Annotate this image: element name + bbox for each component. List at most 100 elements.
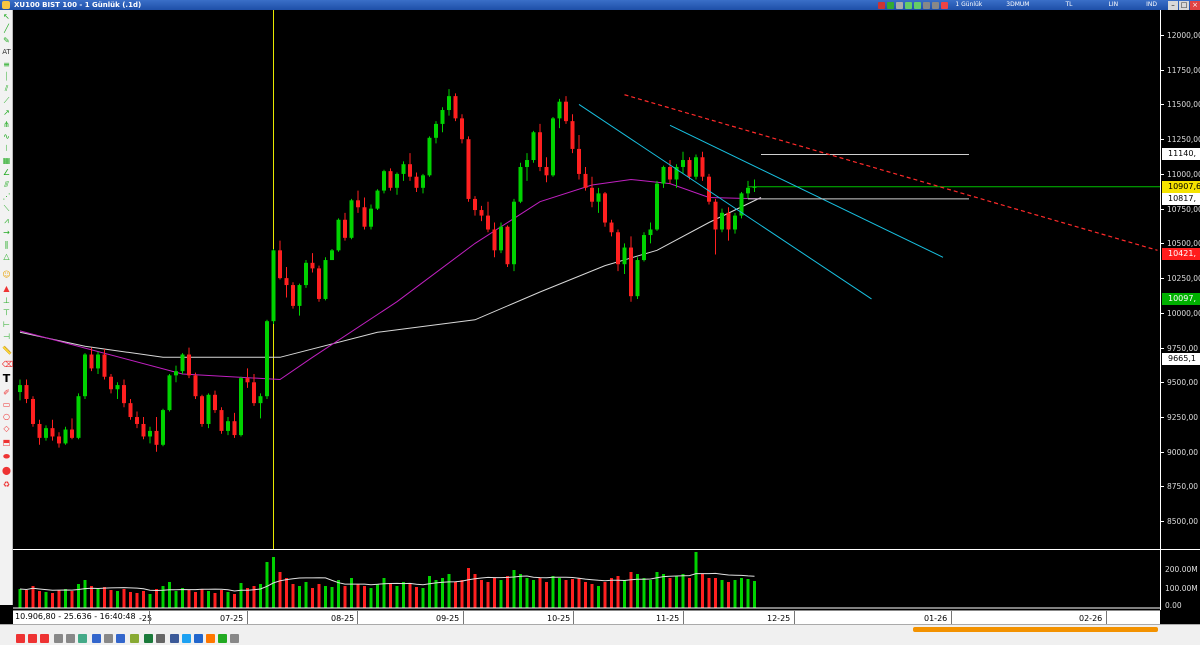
ellipse-tool-icon[interactable]: ○ [2,412,11,421]
search-icon[interactable] [66,634,75,643]
angle-tool-icon[interactable]: ∠ [2,168,11,177]
volume-panel[interactable] [13,549,1160,610]
candle-body [369,208,373,227]
period-selector[interactable]: 1 Günlük [949,0,988,10]
bottom-icon-8[interactable] [130,634,139,643]
bottom-icon-12[interactable] [218,634,227,643]
twitter-icon[interactable] [182,634,191,643]
regression-tool-icon[interactable]: ⫻ [2,180,11,189]
candle-body [518,166,523,202]
price-axis[interactable]: 12000,00 11750,00 11500,00 11250,00 11000,00… [1160,10,1200,549]
toolbox-icon-8[interactable] [941,1,949,9]
volume-bar [174,591,178,608]
hline-tool-icon[interactable]: ⊢ [2,320,11,329]
smiley-tool-icon[interactable]: ☺ [2,270,11,279]
volume-bar [421,588,425,608]
channel-tool-icon[interactable]: ⫽ [2,84,11,93]
gann-tool-icon[interactable]: ⟋ [2,96,11,105]
volume-bar [720,580,724,608]
candle-body [109,376,113,390]
volume-tick: 100.00M [1165,584,1198,593]
level-tool-icon[interactable]: ⊤ [2,308,11,317]
currency-selector[interactable]: TL [1047,0,1090,10]
facebook-icon[interactable] [170,634,179,643]
text-tool-icon[interactable]: T [2,373,11,384]
toolbox-icon-7[interactable] [932,1,940,9]
indicator-selector[interactable]: IND [1136,0,1167,10]
toolbox-icon-2[interactable] [887,1,895,9]
maximize-button[interactable]: □ [1179,0,1189,10]
toolbox-icon-4[interactable] [905,1,913,9]
bottom-icon-6[interactable] [104,634,113,643]
pen-tool-icon[interactable]: ✎ [2,36,11,45]
bottom-icon-5[interactable] [92,634,101,643]
candle-body [629,247,633,297]
bottom-icon-3[interactable] [40,634,49,643]
wave-tool-icon[interactable]: ∿ [2,132,11,141]
highlight-tool-icon[interactable]: ⬒ [2,438,11,447]
fib-tool-icon[interactable]: ≡ [2,60,11,69]
fibo-retrace-tool-icon[interactable]: ⊥ [2,296,11,305]
arrow-tool-icon[interactable]: ↗ [2,108,11,117]
excel-icon[interactable] [144,634,153,643]
volume-bar [135,593,139,608]
close-button[interactable]: × [1190,0,1200,10]
bottom-icon-4[interactable] [78,634,87,643]
buy-marker-tool-icon[interactable]: ▲ [2,284,11,293]
x-tick: 11-25 [656,614,680,623]
volume-bar [31,586,35,608]
scale-selector[interactable]: LIN [1091,0,1137,10]
toolbox-icon-3[interactable] [896,1,904,9]
ruler-tool-icon[interactable]: 📏 [2,346,12,355]
zoom-icon[interactable] [54,634,63,643]
toolbox-icon-5[interactable] [914,1,922,9]
price-chart-panel[interactable] [13,10,1160,549]
rectangle-tool-icon[interactable]: ▭ [2,400,11,409]
minimize-button[interactable]: – [1168,0,1178,10]
volume-bar [44,592,48,608]
x-tick: 08-25 [331,614,355,623]
fan-tool-icon[interactable]: ⋰ [2,192,11,201]
time-scrollbar[interactable] [913,627,1158,632]
cursor-tool-icon[interactable]: ↖ [2,12,11,21]
price-chart[interactable] [13,10,1160,549]
bottom-icon-13[interactable] [230,634,239,643]
bottom-icon-2[interactable] [28,634,37,643]
x-tick-separator [573,611,574,625]
brush-tool-icon[interactable]: ✐ [2,388,11,397]
volume-chart[interactable] [13,550,1160,610]
parallel-tool-icon[interactable]: ∥ [2,240,11,249]
eraser-tool-icon[interactable]: ⌫ [2,360,13,369]
grid-tool-icon[interactable]: ▦ [2,156,11,165]
bottom-icon-11[interactable] [206,634,215,643]
vertical-line-tool-icon[interactable]: ⏐ [2,72,11,81]
zigzag-tool-icon[interactable]: ⩘ [2,216,11,225]
measure-tool-icon[interactable]: ⊣ [2,332,11,341]
toolbox-icon-6[interactable] [923,1,931,9]
at-tool-label[interactable]: AT [2,48,11,57]
bottom-icon-10[interactable] [194,634,203,643]
volume-bar [454,582,457,608]
chart-mode-selector[interactable]: 3DMUM [988,0,1047,10]
cycle-lines-tool-icon[interactable]: ♻ [2,480,11,489]
bottom-icon-9[interactable] [156,634,165,643]
cycle-tool-icon[interactable]: ⦚ [2,144,11,153]
volume-bar [460,580,464,608]
trendline-tool-icon[interactable]: ╱ [2,24,11,33]
toolbox-icon-1[interactable] [878,1,886,9]
delete-drawings-icon[interactable]: ⬤ [2,466,11,475]
candle-body [681,160,685,167]
candle-body [382,171,386,191]
bottom-icon-7[interactable] [116,634,125,643]
pitchfork-tool-icon[interactable]: ⋔ [2,120,11,129]
time-axis[interactable]: -25 07-25 08-25 09-25 10-25 11-25 12-25 … [13,610,1160,625]
speed-line-tool-icon[interactable]: ⟍ [2,204,11,213]
triangle-tool-icon[interactable]: △ [2,252,11,261]
price-tick-mark [1161,382,1164,384]
shape-tool-icon[interactable]: ◇ [2,424,11,433]
price-tick-label: 12000,00 [1167,31,1200,40]
ellipse-fill-tool-icon[interactable]: ⬬ [2,452,11,461]
ray-tool-icon[interactable]: → [2,228,11,237]
bottom-icon-1[interactable] [16,634,25,643]
volume-axis: 200.00M 100.00M 0.00 [1160,549,1200,610]
